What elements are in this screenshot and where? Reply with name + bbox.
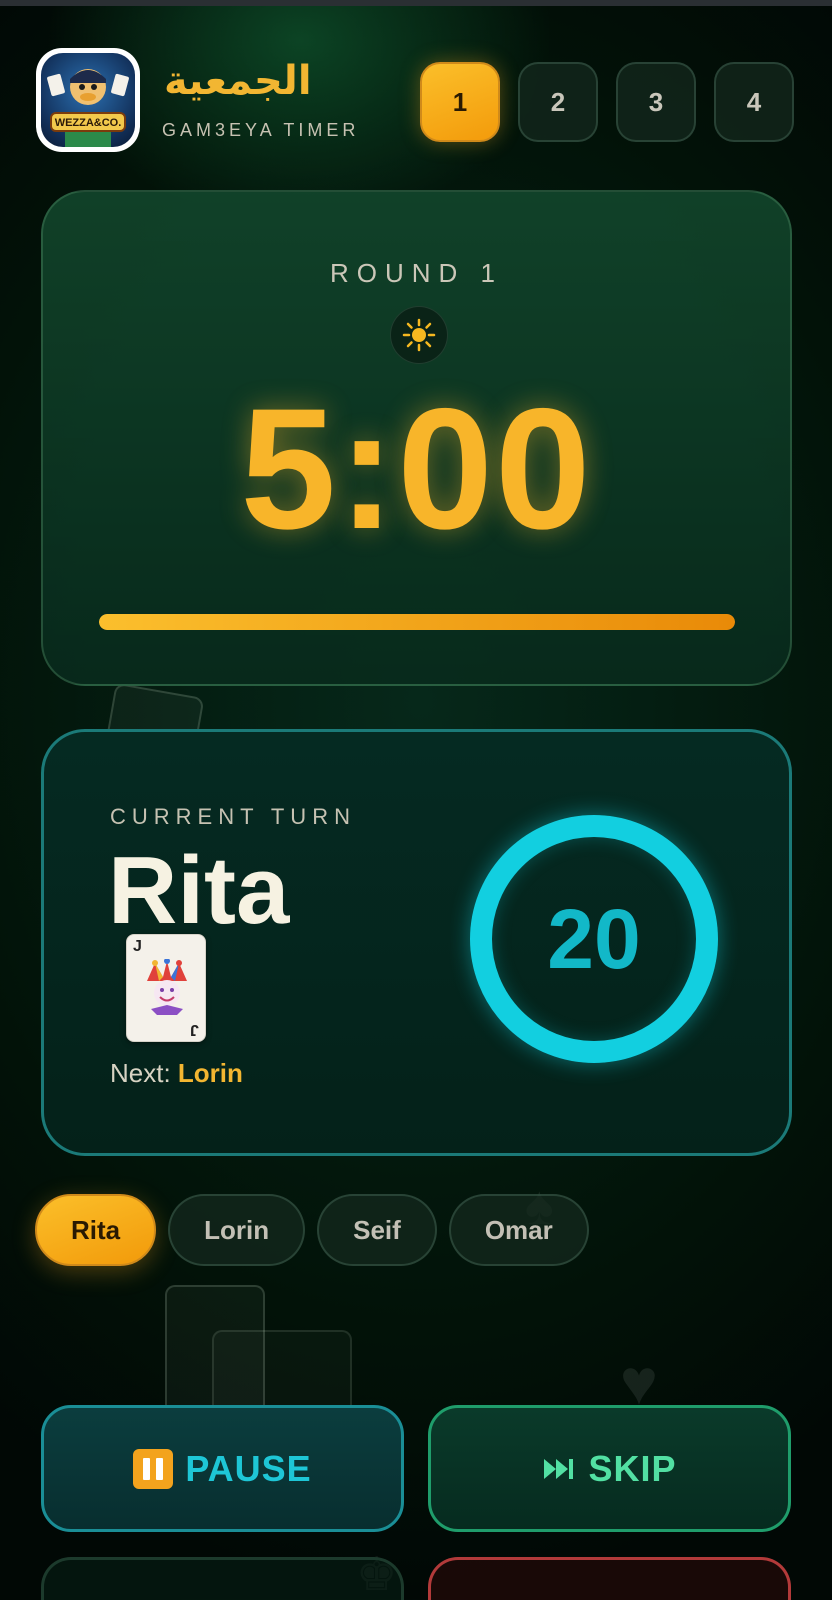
joker-card-icon: J J <box>126 934 206 1042</box>
round-button-2[interactable]: 2 <box>518 62 598 142</box>
svg-text:WEZZA&CO.: WEZZA&CO. <box>55 117 122 129</box>
pause-button-label: PAUSE <box>185 1447 312 1489</box>
skip-icon <box>542 1457 576 1481</box>
round-selector: 1 2 3 4 <box>420 62 794 142</box>
turn-countdown-ring: 20 <box>470 815 718 1063</box>
next-player-prefix: Next: <box>110 1058 171 1088</box>
current-turn-label: CURRENT TURN <box>110 804 356 829</box>
skip-button[interactable]: SKIP <box>428 1405 791 1532</box>
round-progress-fill <box>99 614 735 630</box>
player-chip-rita[interactable]: Rita <box>35 1194 157 1266</box>
sun-icon[interactable] <box>390 306 448 364</box>
player-chip-omar[interactable]: Omar <box>448 1194 589 1266</box>
round-time-display: 5:00 <box>240 373 593 565</box>
next-player-name: Lorin <box>177 1058 243 1088</box>
current-player-name: Rita <box>108 837 290 944</box>
round-button-3[interactable]: 3 <box>616 62 696 142</box>
round-button-1[interactable]: 1 <box>420 62 500 142</box>
pause-button[interactable]: PAUSE <box>41 1405 404 1532</box>
player-list: Rita Lorin Seif Omar <box>35 1194 589 1266</box>
round-button-4[interactable]: 4 <box>714 62 794 142</box>
pause-icon <box>133 1448 174 1489</box>
next-player-line: Next: Lorin <box>110 1058 243 1089</box>
round-progress-bar <box>99 614 735 630</box>
app-header: WEZZA&CO. الجمعية GAM3EYA TIMER 1 2 3 4 <box>36 48 796 154</box>
brand-subtitle: GAM3EYA TIMER <box>162 120 360 140</box>
brand-title-arabic: الجمعية <box>164 58 312 104</box>
current-turn-card: CURRENT TURN Rita J J Next: Lorin 20 <box>41 729 792 1156</box>
wezza-co-logo-icon: WEZZA&CO. <box>36 48 140 152</box>
round-label: ROUND 1 <box>329 258 503 288</box>
turn-countdown-value: 20 <box>547 891 641 986</box>
bottom-left-button[interactable] <box>41 1557 404 1600</box>
player-chip-lorin[interactable]: Lorin <box>168 1194 306 1266</box>
player-chip-seif[interactable]: Seif <box>317 1194 437 1266</box>
bottom-right-button[interactable] <box>428 1557 791 1600</box>
top-edge-bar <box>0 0 832 6</box>
round-timer-card: ROUND 1 5:00 <box>41 190 792 686</box>
skip-button-label: SKIP <box>588 1447 677 1489</box>
